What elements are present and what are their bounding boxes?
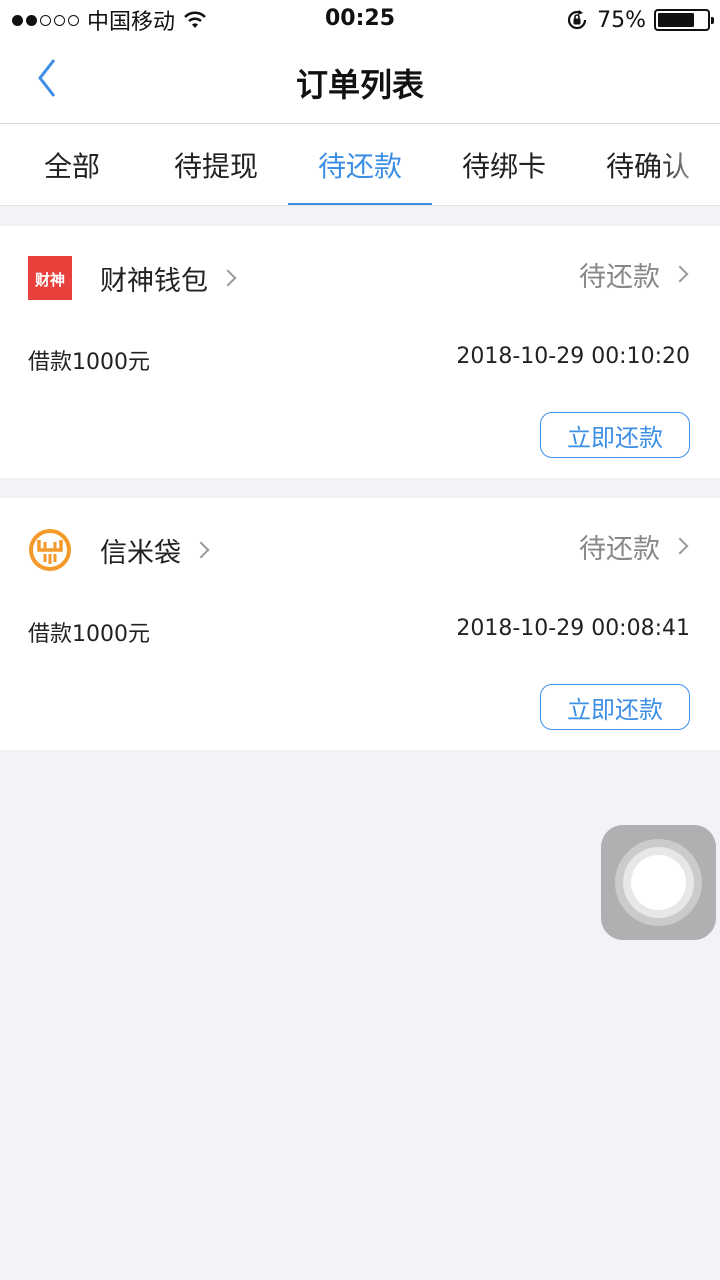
battery-percent: 75% <box>597 7 646 33</box>
battery-icon <box>654 9 714 31</box>
chevron-right-icon <box>671 537 689 555</box>
tab-indicator <box>288 203 432 205</box>
order-time: 2018-10-29 00:08:41 <box>456 616 690 641</box>
status-bar: 中国移动 00:25 75% <box>0 0 720 40</box>
page-title: 订单列表 <box>295 66 424 104</box>
chevron-right-icon <box>219 269 237 287</box>
lender-name-link[interactable]: 信米袋 <box>100 528 210 572</box>
tab-pending-withdraw[interactable]: 待提现 <box>144 124 288 205</box>
order-time: 2018-10-29 00:10:20 <box>456 344 690 369</box>
order-status: 待还款 <box>579 533 660 565</box>
assistive-touch-icon <box>631 855 686 910</box>
loan-amount: 借款1000元 <box>28 350 150 375</box>
order-status-link[interactable]: 待还款 <box>579 254 689 294</box>
tab-bar: 全部 待提现 待还款 待绑卡 待确认 <box>0 124 720 206</box>
nav-bar: 订单列表 <box>0 40 720 124</box>
chevron-right-icon <box>671 265 689 283</box>
order-card[interactable]: 信米袋 待还款 借款1000元 2018-10-29 00:08:41 立即还款 <box>0 498 720 750</box>
order-status-link[interactable]: 待还款 <box>579 526 689 566</box>
repay-now-button[interactable]: 立即还款 <box>540 412 690 458</box>
lender-name: 信米袋 <box>100 537 181 569</box>
loan-amount: 借款1000元 <box>28 622 150 647</box>
rotation-lock-icon <box>568 10 587 30</box>
repay-now-button[interactable]: 立即还款 <box>540 684 690 730</box>
tab-pending-bind-card[interactable]: 待绑卡 <box>432 124 576 205</box>
lender-name: 财神钱包 <box>100 265 208 297</box>
tab-all[interactable]: 全部 <box>0 124 144 205</box>
tab-fade <box>660 124 720 205</box>
order-status: 待还款 <box>579 261 660 293</box>
svg-text:财神: 财神 <box>35 271 65 289</box>
lender-name-link[interactable]: 财神钱包 <box>100 256 237 300</box>
tab-pending-repay[interactable]: 待还款 <box>288 124 432 205</box>
caishen-logo-icon: 财神 <box>28 256 72 300</box>
order-card[interactable]: 财神 财神钱包 待还款 借款1000元 2018-10-29 00:10:20 … <box>0 226 720 478</box>
status-right: 75% <box>565 6 714 34</box>
assistive-touch-button[interactable] <box>601 825 716 940</box>
chevron-right-icon <box>192 541 210 559</box>
xinmi-logo-icon <box>29 529 71 571</box>
